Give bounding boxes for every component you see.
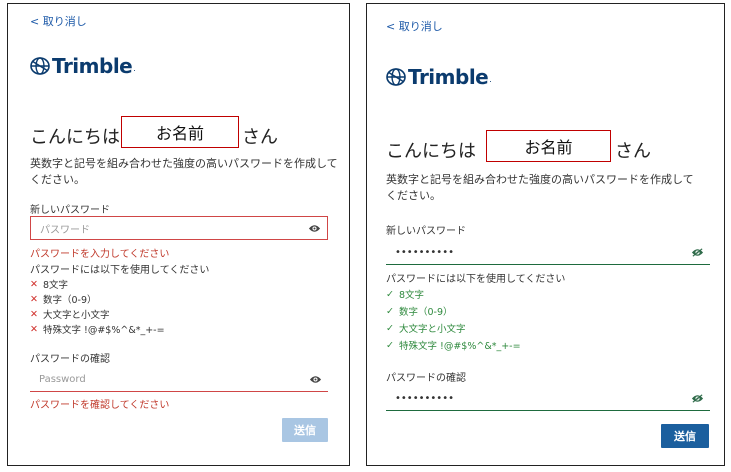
new-password-value: ••••••••••	[395, 247, 454, 258]
hide-password-eye-icon[interactable]	[691, 247, 704, 258]
description-line2: ください。	[30, 173, 85, 186]
rule-special: ✓ 特殊文字 !@#$%^&*_+-=	[386, 339, 521, 353]
new-password-error: パスワードを入力してください	[30, 249, 170, 260]
trimble-logo: Trimble .	[386, 65, 492, 89]
new-password-label: 新しいパスワード	[386, 226, 466, 237]
confirm-password-input[interactable]: Password	[30, 368, 328, 392]
check-icon: ✓	[386, 322, 394, 334]
confirm-password-placeholder: Password	[39, 374, 86, 385]
rules-title: パスワードには以下を使用してください	[386, 274, 566, 285]
description-line1: 英数字と記号を組み合わせた強度の高いパスワードを作成して	[386, 173, 694, 186]
new-password-input[interactable]: パスワード	[30, 216, 328, 240]
check-icon: ✓	[386, 305, 394, 317]
rule-number: ✓ 数字（0-9）	[386, 305, 453, 319]
check-icon: ✓	[386, 339, 394, 351]
name-box: お名前	[121, 116, 239, 148]
rule-number: ✕ 数字（0-9）	[30, 293, 97, 307]
rule-special: ✕ 特殊文字 !@#$%^&*_+-=	[30, 323, 165, 337]
new-password-label: 新しいパスワード	[30, 205, 110, 216]
x-icon: ✕	[30, 293, 38, 305]
rule-case: ✕ 大文字と小文字	[30, 308, 110, 322]
check-icon: ✓	[386, 288, 394, 300]
description-line2: ください。	[386, 189, 441, 202]
confirm-password-error: パスワードを確認してください	[30, 400, 170, 411]
brand-name: Trimble	[52, 54, 133, 78]
greeting-prefix: こんにちは	[30, 127, 120, 148]
confirm-password-value: ••••••••••	[395, 393, 454, 404]
confirm-password-label: パスワードの確認	[386, 373, 466, 384]
left-panel-invalid: < 取り消し Trimble . こんにちは お名前 さん 英数字と記号を組み合…	[7, 3, 350, 466]
hide-password-eye-icon[interactable]	[691, 393, 704, 404]
x-icon: ✕	[30, 308, 38, 320]
show-password-eye-icon[interactable]	[308, 223, 321, 234]
confirm-password-label: パスワードの確認	[30, 354, 110, 365]
submit-button-disabled[interactable]: 送信	[282, 418, 328, 442]
cancel-link[interactable]: < 取り消し	[386, 18, 443, 34]
name-box: お名前	[486, 130, 611, 162]
greeting-suffix: さん	[615, 141, 651, 162]
rule-case: ✓ 大文字と小文字	[386, 322, 466, 336]
description-line1: 英数字と記号を組み合わせた強度の高いパスワードを作成して	[30, 157, 338, 170]
right-panel-valid: < 取り消し Trimble . こんにちは お名前 さん 英数字と記号を組み合…	[366, 3, 725, 466]
trimble-globe-icon	[30, 57, 50, 75]
submit-button[interactable]: 送信	[661, 424, 709, 448]
new-password-input[interactable]: ••••••••••	[386, 241, 710, 265]
trimble-logo: Trimble .	[30, 54, 136, 78]
greeting-suffix: さん	[242, 127, 278, 148]
greeting-prefix: こんにちは	[386, 141, 476, 162]
rule-length: ✕ 8文字	[30, 278, 69, 292]
brand-dot: .	[489, 75, 492, 84]
brand-dot: .	[133, 64, 136, 73]
new-password-placeholder: パスワード	[40, 224, 90, 236]
cancel-link[interactable]: < 取り消し	[30, 13, 87, 29]
x-icon: ✕	[30, 323, 38, 335]
trimble-globe-icon	[386, 68, 406, 86]
confirm-password-input[interactable]: ••••••••••	[386, 387, 710, 411]
show-password-eye-icon[interactable]	[309, 374, 322, 385]
rule-length: ✓ 8文字	[386, 288, 425, 302]
brand-name: Trimble	[408, 65, 489, 89]
x-icon: ✕	[30, 278, 38, 290]
rules-title: パスワードには以下を使用してください	[30, 265, 210, 276]
